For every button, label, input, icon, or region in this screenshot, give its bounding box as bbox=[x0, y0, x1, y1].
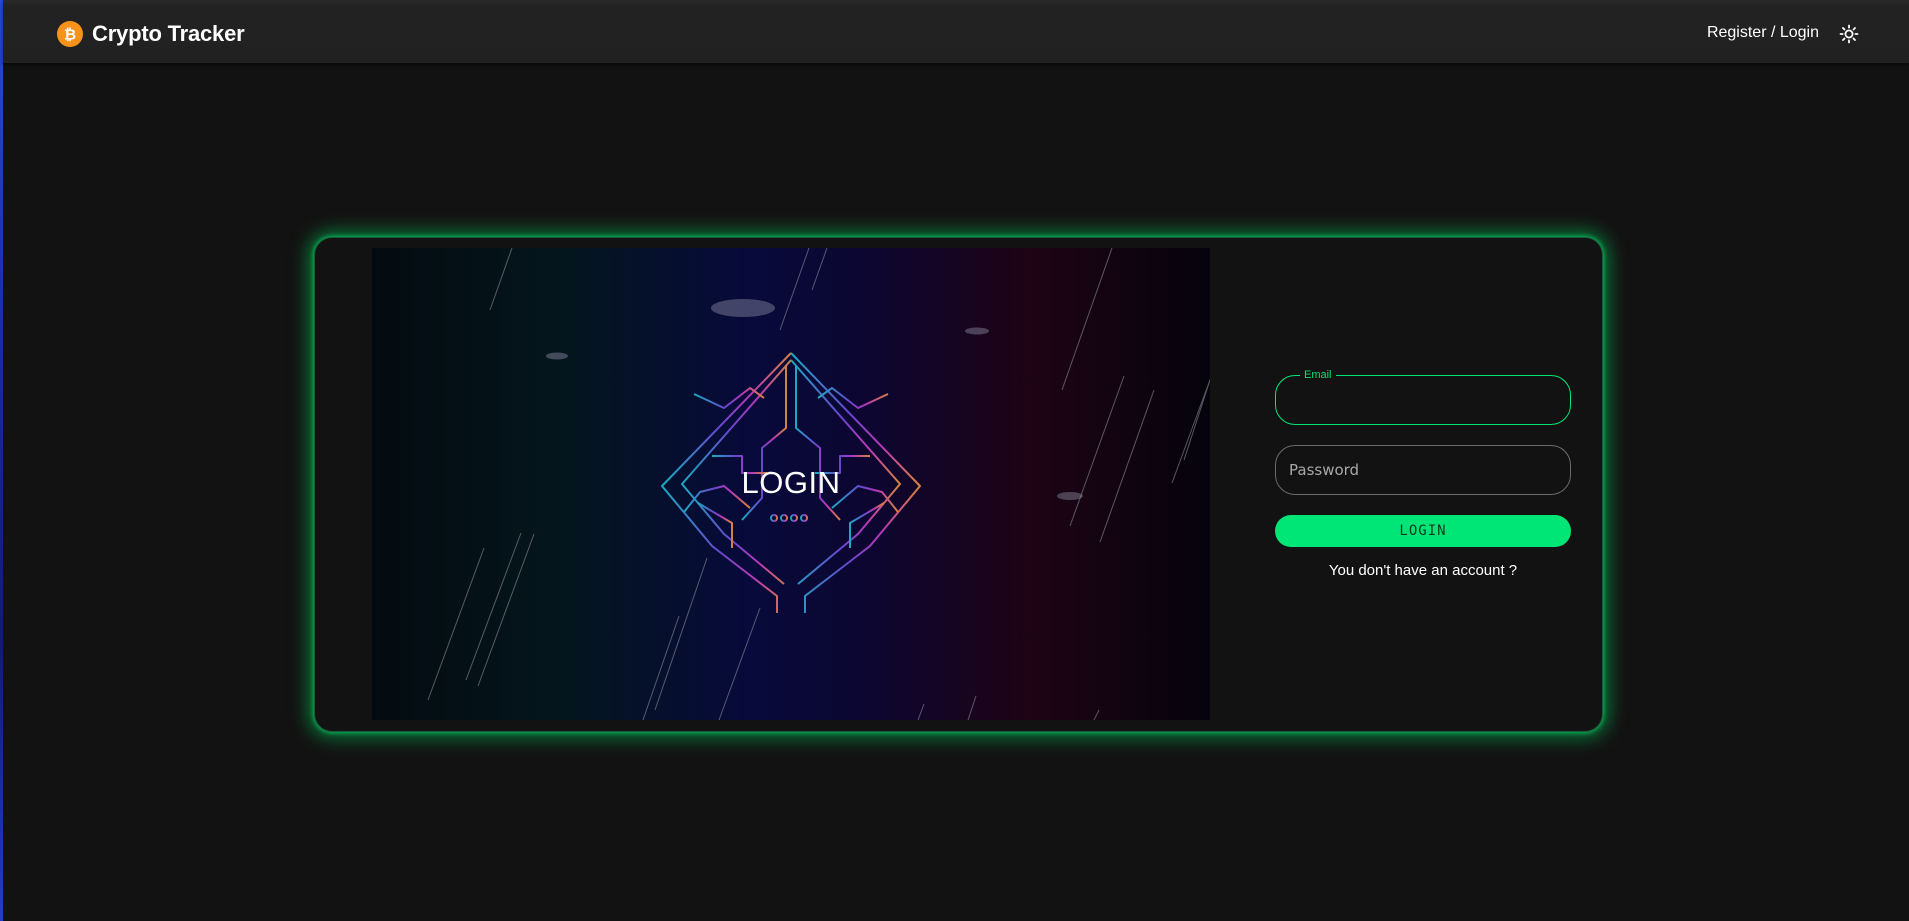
left-edge-strip bbox=[0, 0, 3, 921]
sun-icon[interactable] bbox=[1839, 24, 1859, 44]
app-title: Crypto Tracker bbox=[92, 21, 245, 46]
password-input[interactable] bbox=[1276, 446, 1570, 494]
login-hero-image: LOGIN bbox=[372, 248, 1210, 720]
register-login-link[interactable]: Register / Login bbox=[1707, 24, 1819, 42]
login-form: Email LOGIN You don't have an account ? bbox=[1275, 368, 1571, 579]
login-button[interactable]: LOGIN bbox=[1275, 515, 1571, 547]
password-field[interactable] bbox=[1275, 445, 1571, 495]
brand-home-link[interactable]: ₿ Crypto Tracker bbox=[57, 21, 245, 47]
register-prompt-link[interactable]: You don't have an account ? bbox=[1275, 562, 1571, 579]
login-card: LOGIN Email LOGIN You don't have an acco… bbox=[314, 237, 1603, 732]
email-field[interactable]: Email bbox=[1275, 368, 1571, 425]
hero-login-text: LOGIN bbox=[741, 465, 841, 500]
email-input[interactable] bbox=[1276, 376, 1570, 424]
app-header: ₿ Crypto Tracker Register / Login bbox=[3, 0, 1909, 63]
bitcoin-icon: ₿ bbox=[57, 21, 83, 47]
svg-text:₿: ₿ bbox=[64, 26, 76, 44]
